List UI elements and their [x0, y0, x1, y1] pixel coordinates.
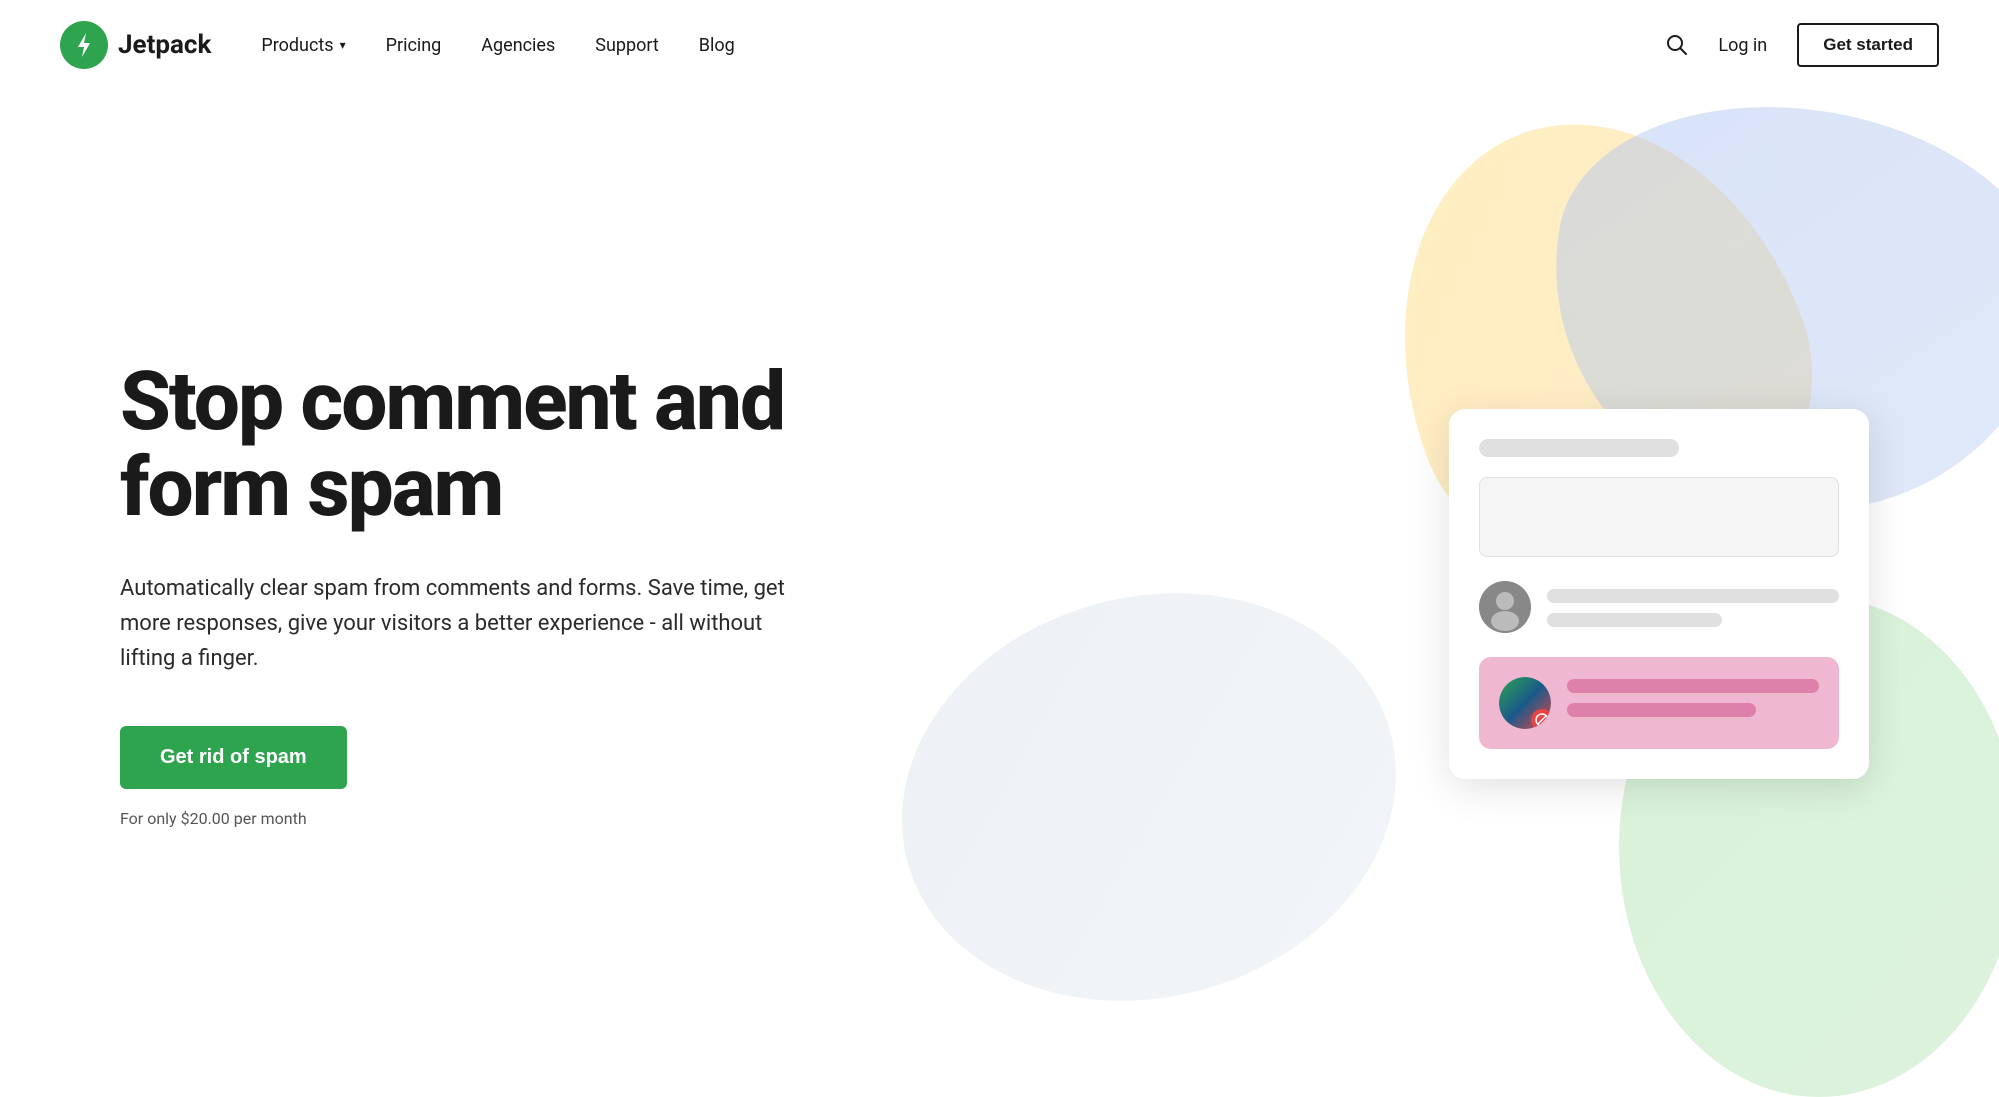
spam-badge-icon: [1531, 709, 1551, 729]
bg-shape-gray: [899, 539, 1442, 1055]
nav-blog[interactable]: Blog: [699, 35, 735, 56]
cta-button[interactable]: Get rid of spam: [120, 726, 347, 789]
hero-content: Stop comment and form spam Automatically…: [0, 359, 900, 829]
card-input-box: [1479, 477, 1839, 557]
nav-products-label: Products: [261, 35, 333, 56]
price-note: For only $20.00 per month: [120, 809, 900, 828]
search-icon: [1666, 34, 1688, 56]
header: Jetpack Products ▾ Pricing Agencies Supp…: [0, 0, 1999, 90]
chevron-down-icon: ▾: [340, 38, 346, 52]
spam-row: [1479, 657, 1839, 749]
hero-title: Stop comment and form spam: [120, 359, 900, 531]
nav-products[interactable]: Products ▾: [261, 35, 345, 56]
hero-illustration: [1449, 409, 1869, 779]
logo-icon: [60, 21, 108, 69]
logo-link[interactable]: Jetpack: [60, 21, 211, 69]
comment-card: [1449, 409, 1869, 779]
hero-section: Stop comment and form spam Automatically…: [0, 90, 1999, 1097]
card-top-bar: [1479, 439, 1679, 457]
spam-line-1: [1567, 679, 1819, 693]
spam-avatar: [1499, 677, 1551, 729]
logo-text: Jetpack: [118, 30, 211, 60]
header-right: Log in Get started: [1666, 23, 1939, 67]
nav-support[interactable]: Support: [595, 35, 659, 56]
nav-agencies[interactable]: Agencies: [481, 35, 555, 56]
comment-line-1: [1547, 589, 1839, 603]
search-button[interactable]: [1666, 34, 1688, 56]
nav-agencies-label: Agencies: [481, 35, 555, 56]
comment-line-2: [1547, 613, 1722, 627]
login-link[interactable]: Log in: [1718, 35, 1767, 56]
nav-support-label: Support: [595, 35, 659, 56]
comment-row-normal: [1479, 581, 1839, 637]
avatar-normal: [1479, 581, 1531, 633]
hero-description: Automatically clear spam from comments a…: [120, 571, 800, 677]
main-nav: Products ▾ Pricing Agencies Support Blog: [261, 35, 1666, 56]
comment-lines-normal: [1547, 581, 1839, 637]
nav-pricing-label: Pricing: [386, 35, 442, 56]
nav-pricing[interactable]: Pricing: [386, 35, 442, 56]
spam-line-2: [1567, 703, 1756, 717]
get-started-button[interactable]: Get started: [1797, 23, 1939, 67]
spam-lines: [1567, 679, 1819, 727]
nav-blog-label: Blog: [699, 35, 735, 56]
